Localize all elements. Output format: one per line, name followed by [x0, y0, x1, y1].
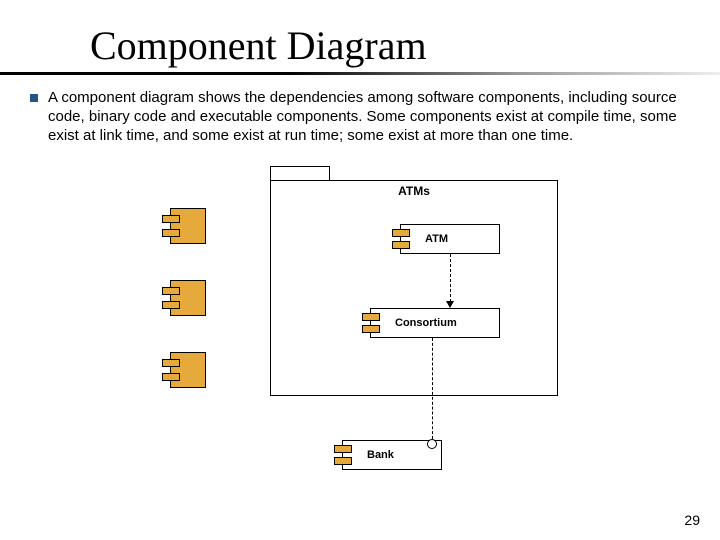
component-lug-icon — [162, 229, 180, 237]
component-lug-icon — [162, 301, 180, 309]
component-lug-icon — [334, 457, 352, 465]
arrow-head-icon — [446, 301, 454, 308]
component-lug-icon — [162, 287, 180, 295]
side-component-3 — [170, 352, 206, 388]
component-atm: ATM — [400, 224, 500, 254]
component-lug-icon — [334, 445, 352, 453]
package-tab — [270, 166, 330, 180]
component-label: Consortium — [371, 317, 457, 329]
component-lug-icon — [362, 325, 380, 333]
side-component-2 — [170, 280, 206, 316]
slide-title: Component Diagram — [90, 22, 427, 69]
dependency-arrow-icon — [450, 254, 451, 307]
component-lug-icon — [362, 313, 380, 321]
side-component-1 — [170, 208, 206, 244]
interface-circle-icon — [427, 439, 437, 449]
title-underline — [0, 72, 720, 75]
slide: Component Diagram A component diagram sh… — [0, 0, 720, 540]
package-label: ATMs — [270, 184, 558, 198]
component-consortium: Consortium — [370, 308, 500, 338]
dependency-arrow-icon — [432, 338, 433, 439]
component-lug-icon — [162, 359, 180, 367]
page-number: 29 — [684, 512, 700, 528]
package-atms — [270, 180, 558, 396]
component-lug-icon — [392, 229, 410, 237]
body-paragraph: A component diagram shows the dependenci… — [48, 88, 680, 146]
component-lug-icon — [162, 373, 180, 381]
component-lug-icon — [392, 241, 410, 249]
bullet-square-icon — [30, 94, 38, 102]
component-diagram: ATMs ATM Consortium Bank — [170, 180, 570, 490]
component-lug-icon — [162, 215, 180, 223]
